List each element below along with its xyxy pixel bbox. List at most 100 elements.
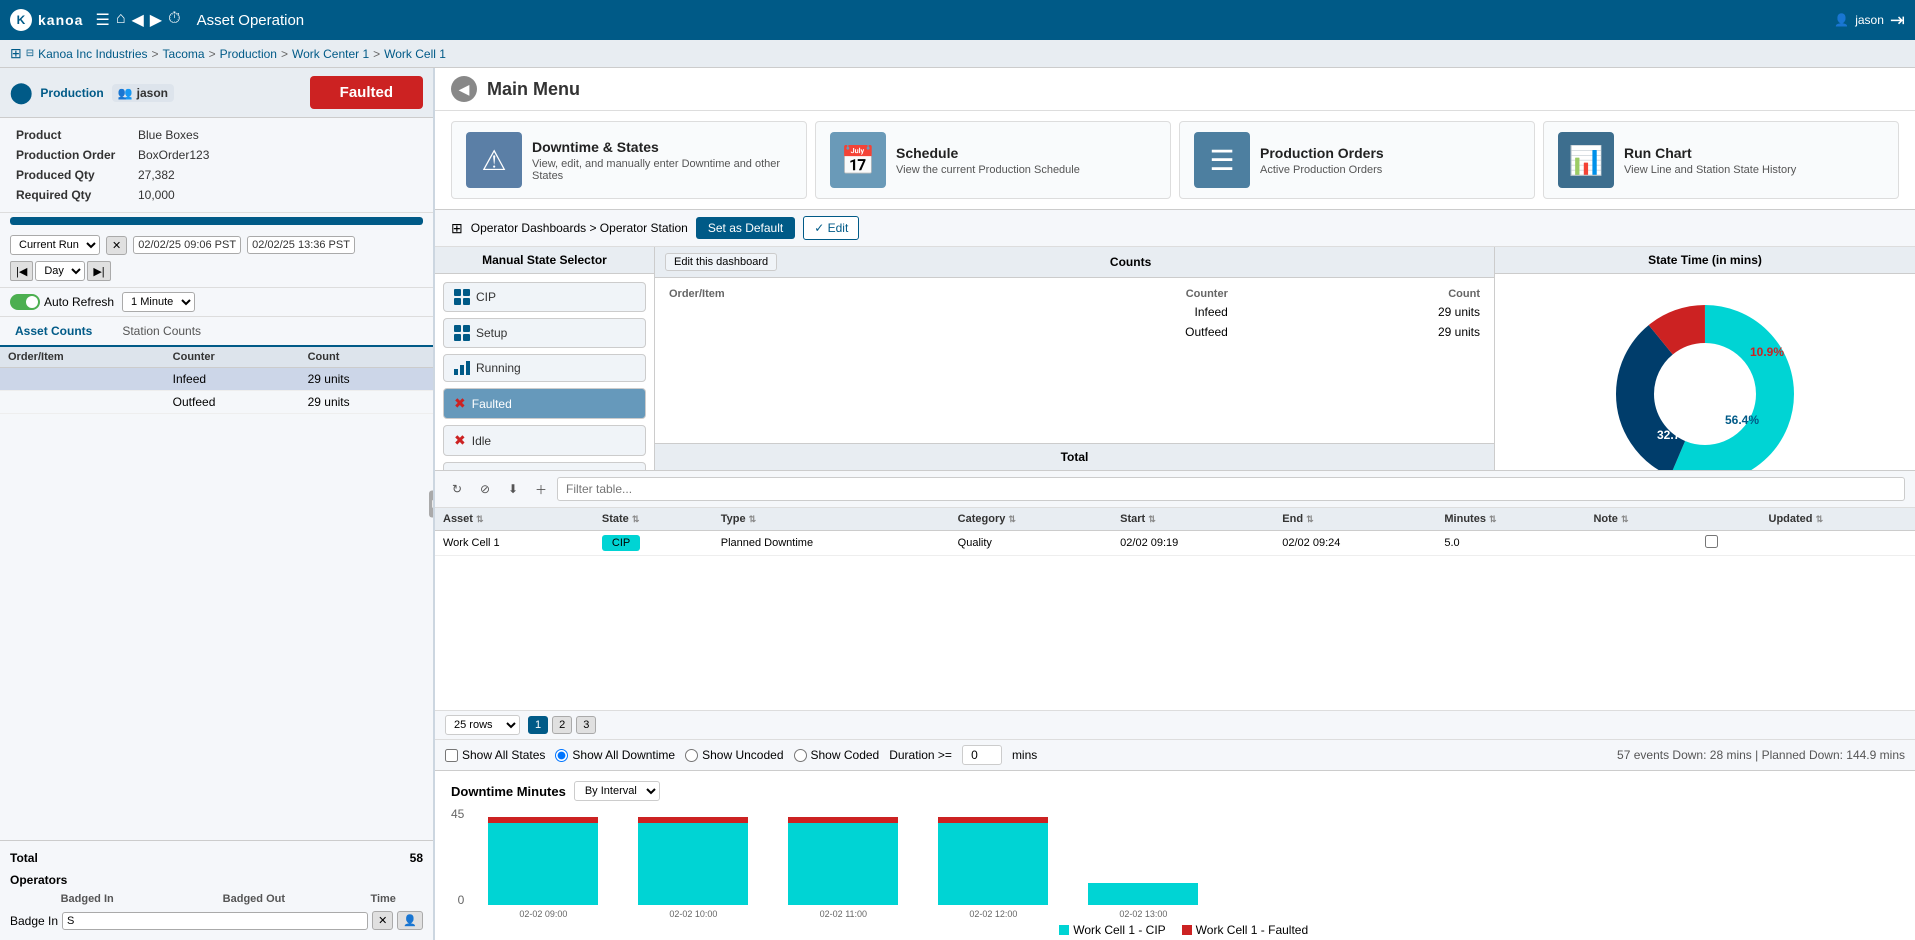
nav-forward-button[interactable]: ▶| xyxy=(87,261,110,281)
breadcrumb-item-workcell[interactable]: Work Cell 1 xyxy=(384,47,446,61)
left-td-count: 29 units xyxy=(300,368,433,391)
operators-title: Operators xyxy=(10,873,423,887)
logout-icon[interactable]: ⇥ xyxy=(1890,10,1905,31)
tab-station-counts[interactable]: Station Counts xyxy=(107,317,216,345)
col-order-item: Order/Item xyxy=(0,347,165,368)
counts-col: Edit this dashboard Counts Order/Item Co… xyxy=(655,247,1495,470)
main-menu-back-button[interactable]: ◀ xyxy=(451,76,477,102)
page-btn-2[interactable]: 2 xyxy=(552,716,572,734)
breadcrumb-item-location[interactable]: Tacoma xyxy=(163,47,205,61)
th-type[interactable]: Type ⇅ xyxy=(713,508,950,531)
show-coded-label[interactable]: Show Coded xyxy=(794,748,880,762)
chart-legend-cip-dot xyxy=(1059,925,1069,935)
current-run-select[interactable]: Current Run xyxy=(10,235,100,255)
nav-first-button[interactable]: |◀ xyxy=(10,261,33,281)
state-btn-idle[interactable]: ✖ Idle xyxy=(443,425,646,456)
show-uncoded-text: Show Uncoded xyxy=(702,748,783,762)
history-icon[interactable]: ⏱ xyxy=(168,10,180,30)
hamburger-icon[interactable]: ☰ xyxy=(95,10,109,30)
clear-run-button[interactable]: ✕ xyxy=(106,236,127,255)
show-uncoded-label[interactable]: Show Uncoded xyxy=(685,748,783,762)
show-all-downtime-label[interactable]: Show All Downtime xyxy=(555,748,675,762)
bar-4 xyxy=(938,817,1048,905)
forward-icon[interactable]: ▶ xyxy=(150,10,162,30)
menu-card-downtime[interactable]: ⚠ Downtime & States View, edit, and manu… xyxy=(451,121,807,199)
breadcrumb-item-company[interactable]: Kanoa Inc Industries xyxy=(38,47,147,61)
edit-dashboard-button[interactable]: Edit this dashboard xyxy=(665,253,777,271)
bar-group-5: 02-02 13:00 xyxy=(1088,883,1198,919)
show-coded-radio[interactable] xyxy=(794,749,807,762)
bar-cip-5 xyxy=(1088,883,1198,905)
td-asset: Work Cell 1 xyxy=(435,531,594,556)
state-time-title: State Time (in mins) xyxy=(1495,247,1915,274)
th-minutes[interactable]: Minutes ⇅ xyxy=(1436,508,1585,531)
duration-input[interactable] xyxy=(962,745,1002,765)
show-all-downtime-radio[interactable] xyxy=(555,749,568,762)
user-icon: 👤 xyxy=(1834,13,1849,27)
td-start: 02/02 09:19 xyxy=(1112,531,1274,556)
counts-section: Order/Item Counter Count Infeed29 unitsO… xyxy=(0,347,433,840)
state-btn-not-enough-personnel[interactable]: Not enough personnel xyxy=(443,462,646,470)
badge-row: Badge In ✕ 👤 xyxy=(10,911,423,930)
menu-card-production-orders[interactable]: ☰ Production Orders Active Production Or… xyxy=(1179,121,1535,199)
show-all-states-checkbox[interactable] xyxy=(445,749,458,762)
state-btn-cip[interactable]: CIP xyxy=(443,282,646,312)
refresh-icon[interactable]: ↻ xyxy=(445,477,469,501)
svg-text:32.7%: 32.7% xyxy=(1657,428,1691,442)
run-nav: |◀ Day ▶| xyxy=(10,261,111,281)
th-start[interactable]: Start ⇅ xyxy=(1112,508,1274,531)
duration-unit: mins xyxy=(1012,748,1037,762)
state-btn-faulted[interactable]: ✖ Faulted xyxy=(443,388,646,419)
table-row: Work Cell 1 CIP Planned Downtime Quality… xyxy=(435,531,1915,556)
badge-input[interactable] xyxy=(62,912,368,930)
state-btn-setup[interactable]: Setup xyxy=(443,318,646,348)
col-counter: Counter xyxy=(165,347,300,368)
edit-button[interactable]: ✓ Edit xyxy=(803,216,859,240)
schedule-card-title: Schedule xyxy=(896,145,1080,161)
td-checkbox[interactable] xyxy=(1697,531,1760,556)
toggle-switch[interactable] xyxy=(10,294,40,310)
bar-2 xyxy=(638,817,748,905)
menu-card-run-chart[interactable]: 📊 Run Chart View Line and Station State … xyxy=(1543,121,1899,199)
th-asset[interactable]: Asset ⇅ xyxy=(435,508,594,531)
state-btn-running[interactable]: Running xyxy=(443,354,646,382)
interval-select-chart[interactable]: By Interval By Day By Week xyxy=(574,781,660,801)
progress-bar-container xyxy=(0,213,433,229)
auto-refresh-toggle[interactable]: Auto Refresh xyxy=(10,294,114,310)
downtime-card-title: Downtime & States xyxy=(532,139,792,155)
set-default-button[interactable]: Set as Default xyxy=(696,217,795,239)
th-state[interactable]: State ⇅ xyxy=(594,508,713,531)
pause-icon[interactable]: ⊘ xyxy=(473,477,497,501)
interval-select[interactable]: Day xyxy=(35,261,85,281)
table-filter-input[interactable] xyxy=(557,477,1905,501)
faulted-button[interactable]: Faulted xyxy=(310,76,423,109)
left-td-item xyxy=(0,391,165,414)
page-btn-3[interactable]: 3 xyxy=(576,716,596,734)
show-uncoded-radio[interactable] xyxy=(685,749,698,762)
refresh-interval-select[interactable]: 1 Minute xyxy=(122,292,195,312)
breadcrumb-item-workcenter[interactable]: Work Center 1 xyxy=(292,47,369,61)
th-end[interactable]: End ⇅ xyxy=(1274,508,1436,531)
add-icon[interactable]: ＋ xyxy=(529,477,553,501)
production-orders-card-desc: Active Production Orders xyxy=(1260,164,1384,176)
page-btn-1[interactable]: 1 xyxy=(528,716,548,734)
nav-icons: ☰ ⌂ ◀ ▶ ⏱ xyxy=(95,10,180,30)
show-all-states-label[interactable]: Show All States xyxy=(445,748,545,762)
menu-card-schedule[interactable]: 📅 Schedule View the current Production S… xyxy=(815,121,1171,199)
bar-cip-2 xyxy=(638,823,748,905)
badge-submit-button[interactable]: 👤 xyxy=(397,911,423,930)
chart-legend: Work Cell 1 - CIP Work Cell 1 - Faulted xyxy=(468,923,1899,937)
main-menu-title: Main Menu xyxy=(487,79,580,100)
home-icon[interactable]: ⌂ xyxy=(116,10,126,30)
production-order-label: Production Order xyxy=(12,146,132,164)
download-icon[interactable]: ⬇ xyxy=(501,477,525,501)
th-category[interactable]: Category ⇅ xyxy=(950,508,1112,531)
back-icon[interactable]: ◀ xyxy=(131,10,143,30)
th-updated[interactable]: Updated ⇅ xyxy=(1761,508,1915,531)
th-note[interactable]: Note ⇅ xyxy=(1585,508,1697,531)
rows-per-page-select[interactable]: 25 rows 50 rows 100 rows xyxy=(445,715,520,735)
tab-asset-counts[interactable]: Asset Counts xyxy=(0,317,107,347)
user-area: 👤 jason ⇥ xyxy=(1834,10,1905,31)
breadcrumb-item-production[interactable]: Production xyxy=(220,47,277,61)
badge-clear-button[interactable]: ✕ xyxy=(372,911,393,930)
